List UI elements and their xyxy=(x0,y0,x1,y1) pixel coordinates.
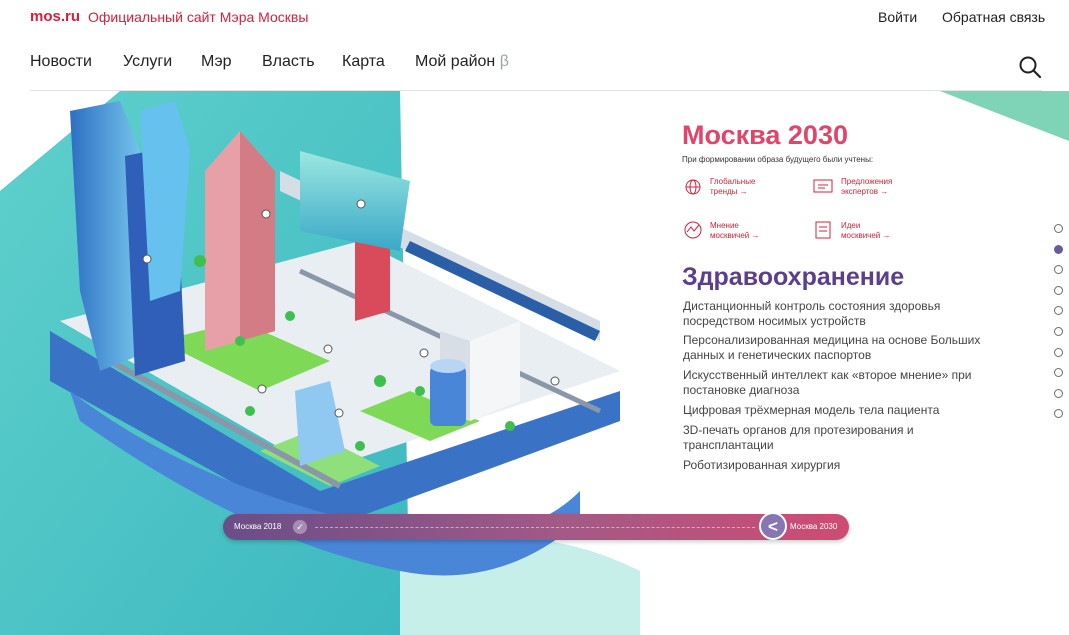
top-bar: mos.ru Официальный сайт Мэра Москвы Войт… xyxy=(0,0,1069,34)
nav-item-government[interactable]: Власть xyxy=(262,53,315,71)
opinion-icon xyxy=(684,221,702,239)
logo[interactable]: mos.ru xyxy=(30,8,80,25)
factor-link: москвичей → xyxy=(710,231,760,240)
hero-subtitle: При формировании образа будущего были уч… xyxy=(682,155,874,164)
factor-label: Идеи xyxy=(841,221,861,230)
list-item: Цифровая трёхмерная модель тела пациента xyxy=(683,403,940,417)
pagination-dot[interactable] xyxy=(1054,285,1063,295)
factor-label: Предложения xyxy=(841,177,893,186)
nav-item-map[interactable]: Карта xyxy=(342,53,385,71)
list-item: 3D-печать органов для протезирования и т… xyxy=(683,423,914,452)
timeline-track xyxy=(315,527,755,528)
timeline-start-label: Москва 2018 xyxy=(234,522,282,531)
nav-item-my-district-label: Мой район xyxy=(415,53,496,70)
nav-item-news[interactable]: Новости xyxy=(30,53,92,71)
factor-expert-proposals[interactable]: Предложения экспертов → xyxy=(841,177,892,197)
factor-label: Мнение xyxy=(710,221,739,230)
expert-icon xyxy=(813,179,833,193)
ideas-icon xyxy=(815,221,831,239)
nav-item-services[interactable]: Услуги xyxy=(123,53,172,71)
page-title: Москва 2030 xyxy=(682,120,848,150)
nav-item-mayor[interactable]: Мэр xyxy=(201,53,232,71)
factor-citizens-ideas[interactable]: Идеи москвичей → xyxy=(841,221,890,241)
factor-citizens-opinion[interactable]: Мнение москвичей → xyxy=(710,221,759,241)
nav-item-my-district[interactable]: Мой район β xyxy=(415,53,509,71)
globe-icon xyxy=(685,179,701,195)
login-link[interactable]: Войти xyxy=(878,9,917,25)
list-item: Роботизированная хирургия xyxy=(683,458,841,472)
chevron-left-icon[interactable]: < xyxy=(759,512,787,540)
feedback-link[interactable]: Обратная связь xyxy=(942,9,1045,25)
section-title: Здравоохранение xyxy=(682,263,905,291)
list-item: Искусственный интеллект как «второе мнен… xyxy=(683,368,972,397)
pagination-dot[interactable] xyxy=(1054,388,1063,398)
city-illustration xyxy=(0,91,1069,635)
factor-link: экспертов → xyxy=(841,187,889,196)
factor-label: Глобальные xyxy=(710,177,756,186)
factor-link: тренды → xyxy=(710,187,748,196)
list-item: Персонализированная медицина на основе Б… xyxy=(683,333,981,362)
pagination-dot[interactable] xyxy=(1054,347,1063,357)
pagination-dot[interactable] xyxy=(1054,327,1063,336)
search-icon[interactable] xyxy=(1018,55,1042,79)
timeline-slider[interactable]: Москва 2018 ✓ < Москва 2030 xyxy=(223,512,849,540)
list-item: Дистанционный контроль состояния здоровь… xyxy=(683,299,941,328)
check-icon: ✓ xyxy=(293,520,307,534)
timeline-end-label: Москва 2030 xyxy=(790,522,838,531)
pagination-dot[interactable] xyxy=(1054,244,1063,254)
beta-badge: β xyxy=(499,53,509,70)
factor-global-trends[interactable]: Глобальные тренды → xyxy=(710,177,755,197)
site-title[interactable]: Официальный сайт Мэра Москвы xyxy=(88,9,308,25)
factor-link: москвичей → xyxy=(841,231,891,240)
pagination-dot[interactable] xyxy=(1054,224,1063,233)
